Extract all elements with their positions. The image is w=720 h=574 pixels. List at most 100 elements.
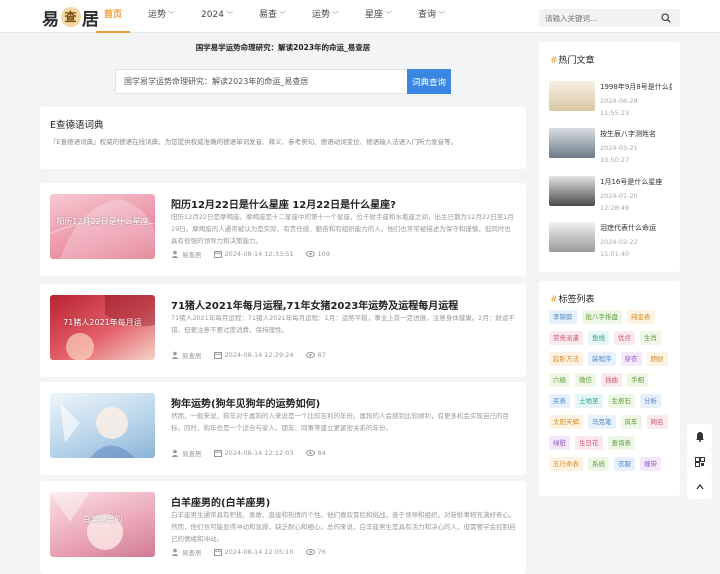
anime-illustration bbox=[60, 403, 135, 458]
tag-item[interactable]: 系统 bbox=[588, 457, 609, 471]
post-views: 87 bbox=[317, 351, 326, 359]
tag-item[interactable]: 穿衣 bbox=[620, 352, 642, 366]
tag-item[interactable]: 缠带 bbox=[640, 457, 661, 471]
tag-item[interactable]: 微信 bbox=[575, 373, 596, 387]
tag-item[interactable]: 绿脏 bbox=[549, 436, 570, 450]
post-card: 71猪人2021年每月运 71猪人2021年每月运程,71年女猪2023年运势及… bbox=[40, 284, 526, 377]
nav-item-home[interactable]: 首页 bbox=[96, 0, 131, 33]
tag-item[interactable]: 马克笔 bbox=[588, 415, 616, 429]
hero-search-input[interactable] bbox=[115, 69, 408, 94]
post-thumbnail[interactable]: 白羊座男的 bbox=[50, 492, 155, 557]
tag-item[interactable]: 鱼线 bbox=[588, 331, 609, 345]
tag-list-heading: #标签列表 bbox=[550, 295, 595, 305]
nav-item-2024[interactable]: 2024 ﹀ bbox=[193, 0, 241, 33]
tag-item[interactable]: 查询表 bbox=[607, 436, 635, 450]
chevron-down-icon: ﹀ bbox=[225, 11, 233, 19]
tag-item[interactable]: 买表 bbox=[549, 394, 570, 408]
tag-item[interactable]: 朗财 bbox=[646, 352, 668, 366]
post-summary: 然而，一般来说，狗年对于属狗的人来说是一个比较吉利的年份。属狗的人会感到比较顺利… bbox=[171, 412, 509, 432]
chevron-down-icon: ﹀ bbox=[384, 11, 392, 19]
post-card: 狗年运势(狗年见狗年的运势如何) 然而，一般来说，狗年对于属狗的人来说是一个比较… bbox=[40, 382, 526, 475]
hero-title: 国学易学运势命理研究：解读2023年的命运_易查居 bbox=[195, 43, 371, 52]
eye-icon bbox=[305, 548, 315, 556]
nav-item-fortune[interactable]: 运势 ﹀ bbox=[140, 0, 183, 33]
dictionary-title[interactable]: E查德语词典 bbox=[50, 117, 516, 131]
hot-article-item[interactable]: 1月16号是什么星座 2024-01-20 12:28:49 bbox=[549, 176, 674, 214]
logo-char-mid: 查 bbox=[61, 7, 81, 27]
post-meta: 易查居 2024-08-14 12:12:03 84 bbox=[171, 448, 326, 458]
hot-articles-heading: #热门文章 bbox=[550, 56, 595, 66]
post-meta: 易查居 2024-08-14 12:29:24 87 bbox=[171, 350, 326, 360]
tag-item[interactable]: 生辰石 bbox=[607, 394, 635, 408]
hot-article-item[interactable]: 泪痣代表什么命运 2024-02-22 15:01:40 bbox=[549, 222, 674, 260]
tag-item[interactable]: 分析 bbox=[640, 394, 661, 408]
chevron-down-icon: ﹀ bbox=[168, 11, 176, 19]
post-title[interactable]: 阳历12月22日是什么星座 12月22日是什么星座? bbox=[171, 196, 516, 211]
post-views: 84 bbox=[317, 449, 326, 457]
tag-item[interactable]: 太阳天蝎 bbox=[549, 415, 583, 429]
back-to-top-icon bbox=[695, 483, 704, 489]
tag-cloud: 李锦葵 批八字排盘 纯金表劳务派遣 鱼线 优点 生肖起卧方法 装程序 穿衣 朗财六级 微信 插曲 手相… bbox=[549, 310, 677, 478]
search-icon[interactable] bbox=[661, 13, 671, 23]
tag-item[interactable]: 装程序 bbox=[588, 352, 616, 366]
post-author[interactable]: 易查居 bbox=[182, 448, 202, 458]
hot-article-title[interactable]: 1月16号是什么星座 bbox=[600, 177, 672, 187]
post-thumbnail[interactable]: 阳历12月22日是什么星座 bbox=[50, 194, 155, 259]
post-card: 白羊座男的 白羊座男的(白羊座男) 白羊座男生通常具有积极、勇敢、直接和热情的个… bbox=[40, 481, 526, 574]
hot-article-title[interactable]: 按生辰八字测姓名 bbox=[600, 129, 672, 139]
qrcode-button[interactable] bbox=[687, 449, 712, 474]
tag-item[interactable]: 生日花 bbox=[575, 436, 603, 450]
post-title[interactable]: 71猪人2021年每月运程,71年女猪2023年运势及运程每月运程 bbox=[171, 297, 516, 312]
calendar-icon bbox=[213, 549, 222, 556]
tag-item[interactable]: 纯金表 bbox=[627, 310, 655, 324]
tag-item[interactable]: 网名 bbox=[646, 415, 668, 429]
nav-item-zodiac[interactable]: 星座 ﹀ bbox=[357, 0, 400, 33]
post-date: 2024-08-14 12:29:24 bbox=[224, 351, 294, 359]
eye-icon bbox=[305, 449, 315, 457]
tag-item[interactable]: 起卧方法 bbox=[549, 352, 583, 366]
dictionary-description: 『E查德语词典』权威的德语在线词典，为您提供权威准确的德语单词发音、释义、参考例… bbox=[50, 138, 458, 146]
user-icon bbox=[171, 548, 179, 556]
header-search-input[interactable] bbox=[545, 11, 655, 25]
back-to-top-button[interactable] bbox=[687, 474, 712, 499]
tag-item[interactable]: 劳务派遣 bbox=[549, 331, 583, 345]
post-title[interactable]: 白羊座男的(白羊座男) bbox=[171, 494, 516, 509]
hot-articles-panel: #热门文章 1998年9月8号是什么星座 2024-06-28 11:55:23… bbox=[539, 42, 680, 272]
tag-item[interactable]: 手相 bbox=[627, 373, 648, 387]
tag-item[interactable]: 批八字排盘 bbox=[581, 310, 622, 324]
notification-button[interactable] bbox=[687, 424, 712, 449]
tag-item[interactable]: 土地至 bbox=[575, 394, 603, 408]
hot-article-item[interactable]: 按生辰八字测姓名 2024-03-21 10:50:27 bbox=[549, 128, 674, 166]
dictionary-search-button[interactable]: 词典查询 bbox=[407, 69, 451, 94]
tag-item[interactable]: 生肖 bbox=[640, 331, 661, 345]
hot-article-date: 2024-06-28 11:55:23 bbox=[600, 97, 638, 117]
post-author[interactable]: 易查居 bbox=[182, 547, 202, 557]
tag-item[interactable]: 李锦葵 bbox=[549, 310, 577, 324]
tag-list-panel: #标签列表 李锦葵 批八字排盘 纯金表劳务派遣 鱼线 优点 生肖起卧方法 装程序 穿衣 朗财六级… bbox=[539, 281, 680, 496]
post-thumbnail[interactable] bbox=[50, 393, 155, 458]
post-summary: 阳历12月22日是摩羯座。摩羯座是十二星座中的第十一个星座，位于射手座和水瓶座之… bbox=[171, 213, 514, 245]
calendar-icon bbox=[213, 352, 222, 359]
post-meta: 易查居 2024-08-14 12:05:10 76 bbox=[171, 547, 326, 557]
hot-article-title[interactable]: 1998年9月8号是什么星座 bbox=[600, 82, 672, 92]
site-logo[interactable]: 易 查 居 bbox=[42, 5, 100, 30]
tag-item[interactable]: 五行命表 bbox=[549, 457, 583, 471]
tag-item[interactable]: 风车 bbox=[620, 415, 642, 429]
post-thumbnail[interactable]: 71猪人2021年每月运 bbox=[50, 295, 155, 360]
post-author[interactable]: 易查居 bbox=[182, 249, 202, 259]
eye-icon bbox=[305, 351, 315, 359]
tag-item[interactable]: 衣服 bbox=[614, 457, 635, 471]
tag-item[interactable]: 插曲 bbox=[601, 373, 622, 387]
eye-icon bbox=[305, 250, 315, 258]
post-author[interactable]: 易查居 bbox=[182, 350, 202, 360]
tag-item[interactable]: 优点 bbox=[614, 331, 635, 345]
hot-article-item[interactable]: 1998年9月8号是什么星座 2024-06-28 11:55:23 bbox=[549, 81, 674, 119]
post-title[interactable]: 狗年运势(狗年见狗年的运势如何) bbox=[171, 395, 516, 410]
nav-item-fortune-2[interactable]: 运势 ﹀ bbox=[304, 0, 347, 33]
post-date: 2024-08-14 12:33:51 bbox=[224, 250, 294, 258]
hot-article-thumb bbox=[549, 128, 595, 158]
tag-item[interactable]: 六级 bbox=[549, 373, 570, 387]
hot-article-title[interactable]: 泪痣代表什么命运 bbox=[600, 223, 672, 233]
nav-item-yicha[interactable]: 易查 ﹀ bbox=[251, 0, 294, 33]
nav-item-query[interactable]: 查询 ﹀ bbox=[410, 0, 453, 33]
